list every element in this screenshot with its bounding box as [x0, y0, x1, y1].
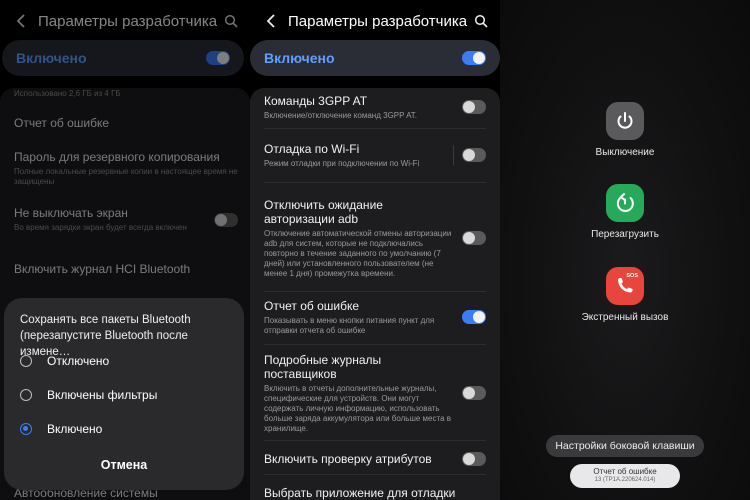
- attribute-check-toggle[interactable]: [462, 452, 486, 466]
- bluetooth-log-dialog: Сохранять все пакеты Bluetooth (перезапу…: [4, 298, 244, 490]
- item-title: Отключить ожидание авторизации adb: [264, 197, 383, 226]
- item-subtitle: Режим отладки при подключении по Wi-Fi: [264, 158, 420, 168]
- radio-button-selected[interactable]: [20, 423, 32, 435]
- select-debug-app-item[interactable]: Выбрать приложение для отладки: [264, 484, 486, 500]
- restart-button[interactable]: Перезагрузить: [500, 184, 750, 240]
- adb-auth-toggle[interactable]: [462, 231, 486, 245]
- sos-badge: SOS: [626, 273, 638, 279]
- item-subtitle: Показывать в меню кнопки питания пункт д…: [264, 315, 435, 335]
- restart-label: Перезагрузить: [591, 229, 659, 240]
- wifi-debugging-item[interactable]: Отладка по Wi-Fi Режим отладки при подкл…: [264, 136, 486, 174]
- power-icon[interactable]: [606, 102, 644, 140]
- radio-option-filtered[interactable]: Включены фильтры: [20, 388, 157, 402]
- item-title: Отладка по Wi-Fi: [264, 141, 360, 156]
- power-menu-panel: Выключение Перезагрузить SOS Экстренный …: [500, 0, 750, 500]
- master-switch-row[interactable]: Включено: [250, 40, 500, 76]
- build-number: 13 (TP1A.220624.014): [594, 477, 656, 483]
- power-off-label: Выключение: [595, 147, 655, 158]
- emergency-call-label: Экстренный вызов: [581, 312, 669, 323]
- search-icon[interactable]: [470, 10, 492, 32]
- gpp-at-toggle[interactable]: [462, 100, 486, 114]
- radio-button[interactable]: [20, 389, 32, 401]
- chevron-left-icon[interactable]: [260, 10, 282, 32]
- master-toggle[interactable]: [462, 51, 486, 65]
- power-off-button[interactable]: Выключение: [500, 102, 750, 158]
- sos-phone-icon[interactable]: SOS: [606, 267, 644, 305]
- option-label: Включено: [47, 422, 103, 436]
- emergency-call-button[interactable]: SOS Экстренный вызов: [500, 267, 750, 323]
- radio-option-enabled[interactable]: Включено: [20, 422, 102, 436]
- vendor-logging-item[interactable]: Подробные журналы поставщиков Включить в…: [264, 352, 486, 434]
- item-title: Подробные журналы поставщиков: [264, 352, 382, 381]
- bug-report-label: Отчет об ошибке: [593, 467, 657, 476]
- gpp-at-commands-item[interactable]: Команды 3GPP AT Включение/отключение ком…: [264, 92, 486, 122]
- wifi-debugging-toggle[interactable]: [462, 148, 486, 162]
- bug-report-toggle[interactable]: [462, 310, 486, 324]
- item-title: Выбрать приложение для отладки: [264, 486, 456, 500]
- bug-report-item[interactable]: Отчет об ошибке Показывать в меню кнопки…: [264, 298, 486, 336]
- attribute-check-item[interactable]: Включить проверку атрибутов: [264, 450, 486, 468]
- item-title: Включить проверку атрибутов: [264, 452, 432, 466]
- vendor-logging-toggle[interactable]: [462, 386, 486, 400]
- item-subtitle: Включить в отчеты дополнительные журналы…: [264, 383, 451, 433]
- radio-option-disabled[interactable]: Отключено: [20, 354, 109, 368]
- item-title: Отчет об ошибке: [264, 298, 360, 313]
- radio-button[interactable]: [20, 355, 32, 367]
- dialog-title: Сохранять все пакеты Bluetooth (перезапу…: [20, 314, 191, 358]
- bug-report-button[interactable]: Отчет об ошибке 13 (TP1A.220624.014): [570, 464, 680, 488]
- settings-panel-dimmed: Параметры разработчика Включено Использо…: [0, 0, 250, 500]
- app-bar: Параметры разработчика: [250, 0, 500, 42]
- side-key-settings-button[interactable]: Настройки боковой клавиши: [546, 435, 704, 457]
- cancel-button[interactable]: Отмена: [4, 458, 244, 472]
- item-title: Команды 3GPP AT: [264, 93, 368, 108]
- page-title: Параметры разработчика: [288, 12, 468, 30]
- item-subtitle: Отключение автоматической отмены авториз…: [264, 228, 452, 278]
- developer-options-panel: Параметры разработчика Включено Команды …: [250, 0, 500, 500]
- master-switch-label: Включено: [264, 50, 335, 66]
- option-label: Включены фильтры: [47, 388, 158, 402]
- adb-auth-timeout-item[interactable]: Отключить ожидание авторизации adb Отклю…: [264, 190, 486, 286]
- option-label: Отключено: [47, 354, 110, 368]
- item-subtitle: Включение/отключение команд 3GPP AT.: [264, 110, 418, 120]
- settings-list: Команды 3GPP AT Включение/отключение ком…: [250, 88, 500, 500]
- restart-icon[interactable]: [606, 184, 644, 222]
